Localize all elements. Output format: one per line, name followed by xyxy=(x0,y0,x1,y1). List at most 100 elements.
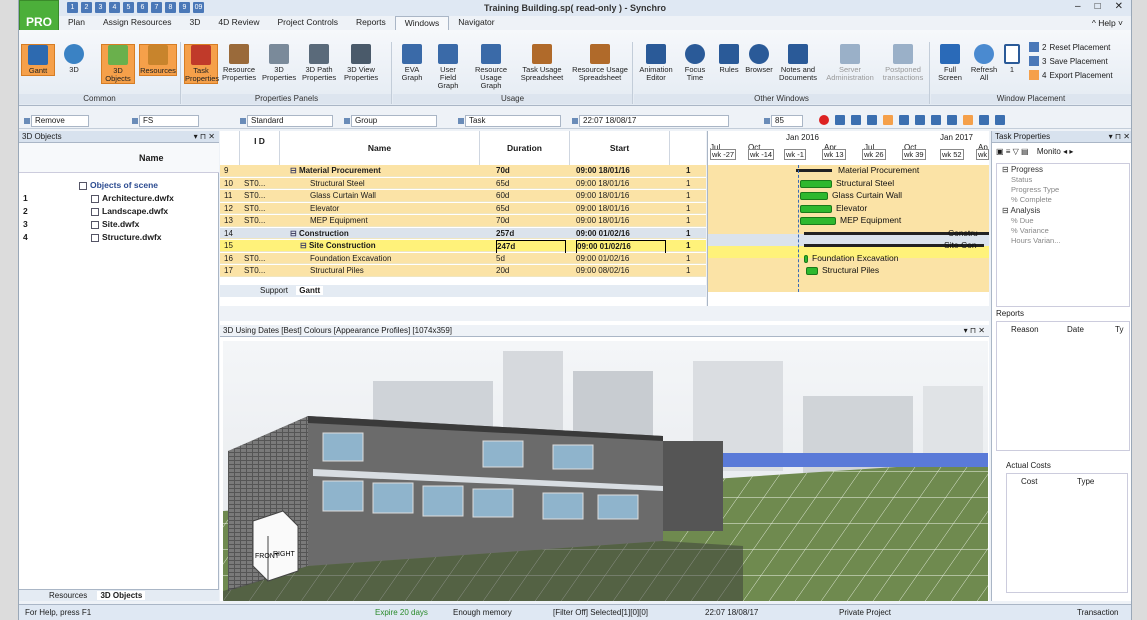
tab-4d-review[interactable]: 4D Review xyxy=(209,16,268,30)
resource-usage-graph-button[interactable]: Resource Usage Graph xyxy=(471,44,511,90)
tab-3d[interactable]: 3D xyxy=(181,16,210,30)
property-progress-type[interactable]: Progress Type xyxy=(997,185,1129,195)
placement-1-button[interactable]: 1 xyxy=(1001,44,1023,74)
table-row[interactable]: 11 ST0... Glass Curtain Wall 60d 09:00 18/01… xyxy=(220,190,706,202)
postponed-transactions-button[interactable]: Postponed transactions xyxy=(878,44,928,82)
tab-windows[interactable]: Windows xyxy=(394,16,450,30)
standard-combo[interactable]: Standard xyxy=(240,115,333,127)
checkbox-icon[interactable] xyxy=(91,194,99,203)
task-bar[interactable] xyxy=(800,192,828,200)
tab-resources[interactable]: Resources xyxy=(49,591,87,600)
checkbox-icon[interactable] xyxy=(91,207,99,216)
task-bar[interactable] xyxy=(800,204,832,213)
reports-type-header[interactable]: Ty xyxy=(1115,325,1123,334)
tree-item[interactable]: 1 Architecture.dwfx xyxy=(19,192,219,204)
tab-reports[interactable]: Reports xyxy=(347,16,395,30)
3d-view-properties-button[interactable]: 3D View Properties xyxy=(344,44,378,82)
resources-button[interactable]: Resources xyxy=(139,44,177,76)
duration-column-header[interactable]: Duration xyxy=(480,131,570,165)
property-percent-complete[interactable]: % Complete xyxy=(997,195,1129,205)
user-field-graph-button[interactable]: User Field Graph xyxy=(431,44,465,90)
maximize-icon[interactable]: □ xyxy=(1095,1,1101,12)
stop-icon[interactable] xyxy=(883,115,893,125)
refresh-all-button[interactable]: Refresh All xyxy=(967,44,1001,82)
relationship-type-combo[interactable]: FS xyxy=(132,115,199,127)
full-screen-button[interactable]: Full Screen xyxy=(933,44,967,82)
section-analysis[interactable]: ⊟ Analysis xyxy=(997,205,1129,216)
step-back-icon[interactable] xyxy=(851,115,861,125)
property-percent-due[interactable]: % Due xyxy=(997,216,1129,226)
3d-viewport[interactable]: FRONT RIGHT xyxy=(223,341,988,601)
skip-end-icon[interactable] xyxy=(931,115,941,125)
tab-3d-objects[interactable]: 3D Objects xyxy=(97,591,146,600)
table-row[interactable]: 9 ⊟ Material Procurement 70d 09:00 18/01/16… xyxy=(220,165,706,177)
rules-button[interactable]: Rules xyxy=(712,44,746,74)
tab-gantt[interactable]: Gantt xyxy=(296,286,324,295)
tree-item[interactable]: 3 Site.dwfx xyxy=(19,218,219,230)
summary-bar[interactable] xyxy=(796,169,832,172)
task-properties-button[interactable]: Task Properties xyxy=(184,44,219,84)
section-progress[interactable]: ⊟ Progress xyxy=(997,164,1129,175)
table-row[interactable]: 17 ST0... Structural Piles 20d 09:00 08/02/1… xyxy=(220,265,706,277)
step-forward-icon[interactable] xyxy=(915,115,925,125)
3d-objects-button[interactable]: 3D Objects xyxy=(101,44,135,84)
reports-reason-header[interactable]: Reason xyxy=(1011,325,1039,334)
gantt-button[interactable]: Gantt xyxy=(21,44,55,76)
3d-properties-button[interactable]: 3D Properties xyxy=(262,44,296,82)
pane-controls-icon[interactable]: ▾ ⊓ ✕ xyxy=(964,325,985,337)
table-row[interactable]: 16 ST0... Foundation Excavation 5d 09:00 01/… xyxy=(220,252,706,264)
notes-documents-button[interactable]: Notes and Documents xyxy=(776,44,820,82)
settings-icon[interactable] xyxy=(995,115,1005,125)
view-icon[interactable] xyxy=(979,115,989,125)
table-row[interactable]: 15 ⊟ Site Construction 247d 09:00 01/02/16 1 xyxy=(220,240,706,254)
reports-date-header[interactable]: Date xyxy=(1067,325,1084,334)
filter-icon[interactable]: ▣ ≡ ▽ ▤ xyxy=(996,147,1029,156)
checkbox-icon[interactable] xyxy=(91,233,99,242)
save-placement-button[interactable]: 3 Save Placement xyxy=(1029,56,1108,66)
task-bar[interactable] xyxy=(804,254,808,263)
tree-item[interactable]: 2 Landscape.dwfx xyxy=(19,205,219,217)
3d-path-properties-button[interactable]: 3D Path Properties xyxy=(302,44,336,82)
tab-support[interactable]: Support xyxy=(260,286,288,295)
minimize-icon[interactable]: – xyxy=(1075,1,1081,12)
camera-icon[interactable] xyxy=(963,115,973,125)
pane-controls-icon[interactable]: ▾ ⊓ ✕ xyxy=(1109,131,1130,143)
export-placement-button[interactable]: 4 Export Placement xyxy=(1029,70,1113,80)
table-row[interactable]: 13 ST0... MEP Equipment 70d 09:00 18/01/16 1 xyxy=(220,215,706,227)
resource-usage-spreadsheet-button[interactable]: Resource Usage Spreadsheet xyxy=(571,44,629,82)
focus-time-input[interactable]: 22:07 18/08/17 xyxy=(572,115,729,127)
table-row[interactable]: 10 ST0... Structural Steel 65d 09:00 18/01/1… xyxy=(220,177,706,189)
reset-placement-button[interactable]: 2 Reset Placement xyxy=(1029,42,1110,52)
table-row[interactable]: 12 ST0... Elevator 65d 09:00 18/01/16 1 xyxy=(220,202,706,214)
help-menu[interactable]: ^ Help ˅ xyxy=(1092,18,1123,28)
record-icon[interactable] xyxy=(819,115,829,125)
tab-assign-resources[interactable]: Assign Resources xyxy=(94,16,181,30)
id-column-header[interactable]: I D xyxy=(240,131,280,165)
property-hours-variance[interactable]: Hours Varian... xyxy=(997,236,1129,246)
tab-navigator[interactable]: Navigator xyxy=(449,16,503,30)
collapse-icon[interactable]: ⊟ xyxy=(290,166,299,175)
checkbox-icon[interactable] xyxy=(91,220,99,229)
pane-controls-icon[interactable]: ▾ ⊓ ✕ xyxy=(194,131,215,143)
table-row[interactable]: 14 ⊟ Construction 257d 09:00 01/02/16 1 xyxy=(220,227,706,239)
eva-graph-button[interactable]: EVA Graph xyxy=(395,44,429,82)
3d-button[interactable]: 3D xyxy=(57,44,91,74)
name-column-header[interactable]: Name xyxy=(139,153,164,163)
animation-editor-button[interactable]: Animation Editor xyxy=(636,44,676,82)
task-combo[interactable]: Task xyxy=(458,115,561,127)
server-administration-button[interactable]: Server Administration xyxy=(826,44,874,82)
tree-root[interactable]: Objects of scene xyxy=(19,179,219,191)
tab-project-controls[interactable]: Project Controls xyxy=(269,16,347,30)
group-combo[interactable]: Group xyxy=(344,115,437,127)
property-status[interactable]: Status xyxy=(997,175,1129,185)
task-bar[interactable] xyxy=(806,267,818,275)
collapse-icon[interactable]: ⊟ xyxy=(300,241,309,250)
start-column-header[interactable]: Start xyxy=(570,131,670,165)
focus-time-button[interactable]: Focus Time xyxy=(678,44,712,82)
name-column-header[interactable]: Name xyxy=(280,131,480,165)
view-cube-right[interactable]: RIGHT xyxy=(273,551,296,558)
task-bar[interactable] xyxy=(800,179,832,188)
costs-type-header[interactable]: Type xyxy=(1077,477,1094,486)
costs-cost-header[interactable]: Cost xyxy=(1021,477,1037,486)
property-percent-variance[interactable]: % Variance xyxy=(997,226,1129,236)
